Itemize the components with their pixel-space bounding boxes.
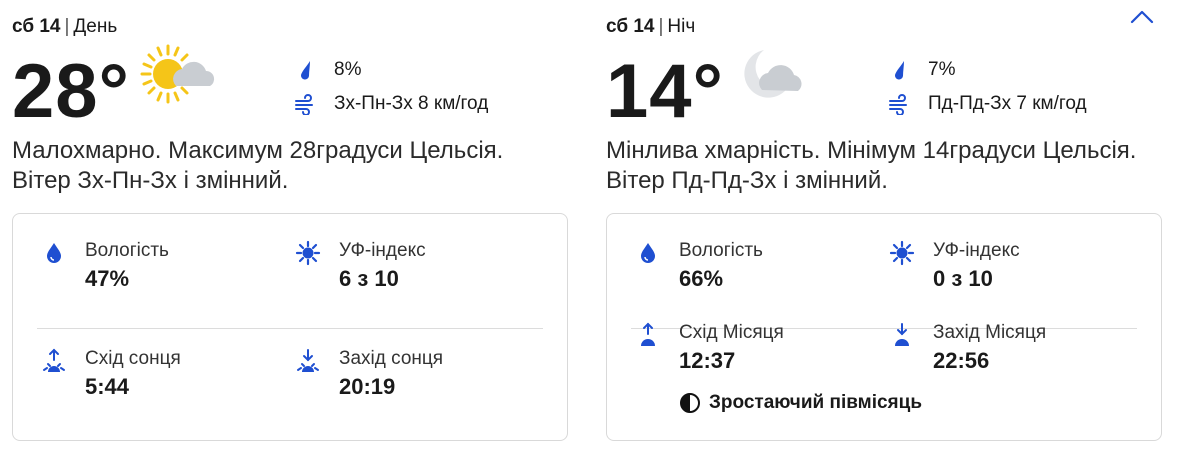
- uv-index-value: 6 з 10: [339, 266, 399, 291]
- uv-index-label: УФ-індекс: [339, 240, 426, 261]
- night-details-card: Вологість 66% УФ-індекс 0 з 10 Схід Міся…: [606, 213, 1162, 441]
- moonrise-label: Схід Місяця: [679, 322, 784, 343]
- moonset-label: Захід Місяця: [933, 322, 1047, 343]
- moonset-icon: [895, 323, 909, 346]
- details-divider: [37, 328, 543, 329]
- moonrise-value: 12:37: [679, 348, 736, 373]
- raindrop-icon: [300, 61, 310, 80]
- humidity-label: Вологість: [679, 240, 763, 261]
- night-precipitation: 7%: [888, 56, 955, 84]
- uv-sun-icon: [889, 240, 915, 266]
- night-wind-value: Пд-Пд-Зх 7 км/год: [928, 93, 1087, 114]
- night-period: Ніч: [667, 16, 696, 37]
- humidity-label: Вологість: [85, 240, 169, 261]
- half-moon-icon: [680, 393, 700, 413]
- night-header: сб 14 | Ніч: [606, 16, 696, 37]
- sunset-label: Захід сонця: [339, 348, 444, 369]
- night-date: сб 14: [606, 16, 655, 37]
- moon-phase: Зростаючий півмісяць: [679, 392, 922, 414]
- sunset-icon: [297, 349, 319, 372]
- humidity-icon: [641, 243, 655, 263]
- day-details-card: Вологість 47% УФ-індекс 6 з 10 Схід сонц…: [12, 213, 568, 441]
- chevron-up-icon[interactable]: [1128, 6, 1156, 28]
- day-precipitation: 8%: [294, 56, 361, 84]
- moonset-value: 22:56: [933, 348, 990, 373]
- moonrise-icon: [641, 322, 655, 346]
- humidity-value: 47%: [85, 266, 130, 291]
- day-wind-value: Зх-Пн-Зх 8 км/год: [334, 93, 489, 114]
- day-wind: Зх-Пн-Зх 8 км/год: [294, 90, 488, 118]
- raindrop-icon: [894, 61, 904, 80]
- sun-cloud-icon: [140, 44, 215, 104]
- night-description: Мінлива хмарність. Мінімум 14градуси Цел…: [606, 137, 1137, 194]
- day-date: сб 14: [12, 16, 61, 37]
- moon-cloud-icon: [744, 50, 802, 98]
- uv-index-value: 0 з 10: [933, 266, 993, 291]
- day-period: День: [73, 16, 118, 37]
- day-description: Малохмарно. Максимум 28градуси Цельсія. …: [12, 137, 504, 194]
- sunrise-value: 5:44: [85, 374, 130, 399]
- sunrise-label: Схід сонця: [85, 348, 181, 369]
- day-precipitation-value: 8%: [334, 59, 362, 80]
- night-precipitation-value: 7%: [928, 59, 956, 80]
- humidity-icon: [47, 243, 61, 263]
- uv-index-label: УФ-індекс: [933, 240, 1020, 261]
- sunrise-icon: [43, 348, 65, 372]
- night-temperature: 14°: [606, 49, 724, 134]
- day-forecast-panel: сб 14 | День 28° 8% Зх-Пн-Зх 8 км/год Мало…: [12, 0, 572, 450]
- sunset-value: 20:19: [339, 374, 396, 399]
- moon-phase-label: Зростаючий півмісяць: [709, 392, 923, 413]
- humidity-value: 66%: [679, 266, 724, 291]
- uv-sun-icon: [295, 240, 321, 266]
- wind-icon: [889, 94, 907, 115]
- wind-icon: [295, 94, 313, 115]
- night-forecast-panel: сб 14 | Ніч 14° 7% Пд-Пд-Зх 7 км/год Мінли…: [606, 0, 1166, 450]
- day-temperature: 28°: [12, 49, 130, 134]
- day-header: сб 14 | День: [12, 16, 118, 37]
- night-wind: Пд-Пд-Зх 7 км/год: [888, 90, 1087, 118]
